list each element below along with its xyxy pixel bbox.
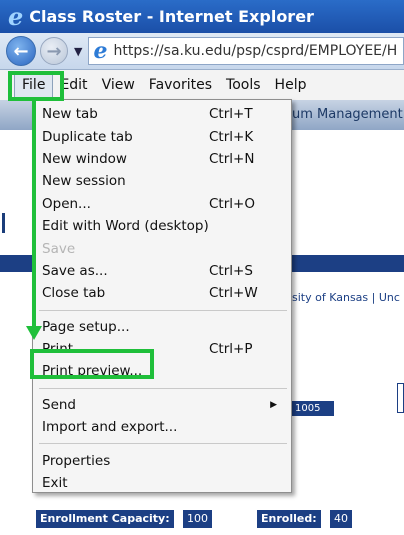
enrollment-capacity-label: Enrollment Capacity: [36, 510, 174, 528]
file-menu-item-page-setup[interactable]: Page setup... [33, 316, 291, 338]
enrolled-label: Enrolled: [257, 510, 321, 528]
menu-item-label: Properties [42, 452, 111, 469]
file-menu-item-save-as[interactable]: Save as... Ctrl+S [33, 260, 291, 282]
menu-item-shortcut: Ctrl+T [209, 106, 253, 123]
menu-item-label: New session [42, 173, 126, 190]
file-menu-item-new-session[interactable]: New session [33, 170, 291, 192]
menu-item-shortcut: Ctrl+N [209, 150, 255, 167]
menu-item-shortcut: Ctrl+W [209, 285, 258, 302]
menu-item-shortcut: Ctrl+K [209, 128, 254, 145]
back-button[interactable]: ← [6, 36, 36, 66]
menu-item-label: Import and export... [42, 419, 178, 436]
file-menu-item-duplicate-tab[interactable]: Duplicate tab Ctrl+K [33, 125, 291, 147]
enrollment-capacity-value: 100 [183, 510, 212, 528]
menu-favorites[interactable]: Favorites [142, 73, 219, 97]
file-menu-item-edit-with-word-desktop[interactable]: Edit with Word (desktop) [33, 215, 291, 237]
menu-item-label: Page setup... [42, 318, 130, 335]
file-menu-item-import-and-export[interactable]: Import and export... [33, 416, 291, 438]
menu-help[interactable]: Help [268, 73, 314, 97]
arrow-left-icon: ← [13, 40, 29, 62]
class-number-cell: 1005 [292, 401, 334, 416]
arrow-right-icon: → [46, 40, 62, 62]
menu-item-label: Open... [42, 195, 91, 212]
internet-explorer-icon: e [8, 1, 24, 31]
page-left-marker [2, 213, 5, 233]
menu-item-label: Send [42, 396, 77, 413]
file-menu-item-new-tab[interactable]: New tab Ctrl+T [33, 103, 291, 125]
guide-arrow-line [32, 101, 36, 328]
history-dropdown-icon[interactable]: ▼ [74, 45, 82, 58]
menu-separator [39, 309, 287, 311]
address-url: https://sa.ku.edu/psp/csprd/EMPLOYEE/H [113, 43, 398, 59]
menu-item-label: Edit with Word (desktop) [42, 218, 209, 235]
file-menu-dropdown: New tab Ctrl+T Duplicate tab Ctrl+K New wind… [32, 99, 292, 493]
menu-item-label: Close tab [42, 285, 106, 302]
window-title: Class Roster - Internet Explorer [29, 7, 314, 26]
file-menu-item-close-tab[interactable]: Close tab Ctrl+W [33, 282, 291, 304]
print-preview-highlight [30, 349, 154, 379]
menu-item-label: Save [42, 240, 76, 257]
file-menu-highlight [8, 71, 64, 101]
submenu-arrow-icon: ▶ [270, 399, 277, 410]
file-menu-item-save: Save [33, 237, 291, 259]
title-bar: e Class Roster - Internet Explorer [0, 0, 404, 33]
menu-item-label: Duplicate tab [42, 128, 133, 145]
menu-item-label: Exit [42, 475, 68, 492]
file-menu-item-send[interactable]: Send ▶ [33, 394, 291, 416]
menu-tools[interactable]: Tools [219, 73, 268, 97]
enrolled-value: 40 [330, 510, 352, 528]
university-breadcrumb: sity of Kansas | Unc [292, 291, 400, 304]
file-menu-item-exit[interactable]: Exit [33, 472, 291, 494]
menu-item-label: Save as... [42, 262, 108, 279]
forward-button[interactable]: → [40, 37, 68, 65]
menu-item-label: New tab [42, 106, 98, 123]
address-bar[interactable]: e https://sa.ku.edu/psp/csprd/EMPLOYEE/H [88, 37, 404, 65]
page-favicon-icon: e [93, 38, 108, 64]
file-menu-item-properties[interactable]: Properties [33, 449, 291, 471]
navigation-bar: ← → ▼ e https://sa.ku.edu/psp/csprd/EMPL… [0, 33, 404, 70]
menu-separator [39, 387, 287, 389]
page-header-text: um Management [292, 107, 403, 122]
menu-view[interactable]: View [95, 73, 142, 97]
menu-separator [39, 443, 287, 445]
table-column-marker [397, 383, 404, 413]
file-menu-item-new-window[interactable]: New window Ctrl+N [33, 148, 291, 170]
guide-arrow-head-icon [26, 326, 42, 340]
file-menu-item-open[interactable]: Open... Ctrl+O [33, 193, 291, 215]
menu-item-label: New window [42, 150, 127, 167]
menu-item-shortcut: Ctrl+O [209, 195, 255, 212]
menu-item-shortcut: Ctrl+P [209, 341, 253, 358]
menu-item-shortcut: Ctrl+S [209, 262, 253, 279]
